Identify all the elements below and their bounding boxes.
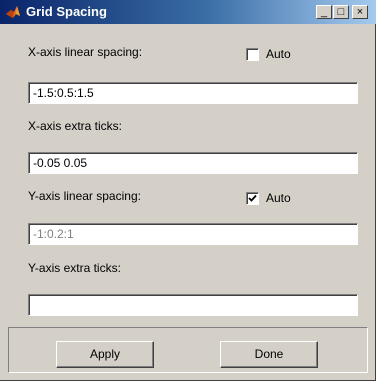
maximize-button[interactable]: □: [333, 5, 349, 19]
y-auto-label[interactable]: Auto: [266, 191, 291, 205]
grid-spacing-dialog: Grid Spacing _ □ × X-axis linear spacing…: [0, 0, 376, 381]
apply-button[interactable]: Apply: [56, 341, 154, 368]
x-extra-ticks-field[interactable]: -0.05 0.05: [28, 152, 358, 174]
x-linear-spacing-field[interactable]: -1.5:0.5:1.5: [28, 82, 358, 104]
window-title: Grid Spacing: [26, 4, 107, 19]
close-button[interactable]: ×: [352, 5, 368, 19]
minimize-icon: _: [320, 6, 328, 18]
y-linear-spacing-label: Y-axis linear spacing:: [28, 189, 141, 203]
x-auto-checkbox[interactable]: [246, 48, 259, 61]
maximize-icon: □: [337, 6, 345, 18]
y-linear-spacing-field[interactable]: -1:0.2:1: [28, 223, 358, 245]
y-extra-ticks-field[interactable]: [28, 294, 358, 316]
matlab-icon: [6, 6, 20, 18]
title-bar[interactable]: Grid Spacing _ □ ×: [0, 0, 376, 24]
x-auto-label[interactable]: Auto: [266, 47, 291, 61]
x-extra-ticks-label: X-axis extra ticks:: [28, 119, 123, 133]
x-linear-spacing-label: X-axis linear spacing:: [28, 45, 143, 59]
y-extra-ticks-label: Y-axis extra ticks:: [28, 261, 121, 275]
done-button[interactable]: Done: [220, 341, 318, 368]
close-icon: ×: [356, 6, 364, 18]
minimize-button[interactable]: _: [316, 5, 332, 19]
y-auto-checkbox[interactable]: [246, 192, 259, 205]
checkmark-icon: [248, 194, 257, 202]
